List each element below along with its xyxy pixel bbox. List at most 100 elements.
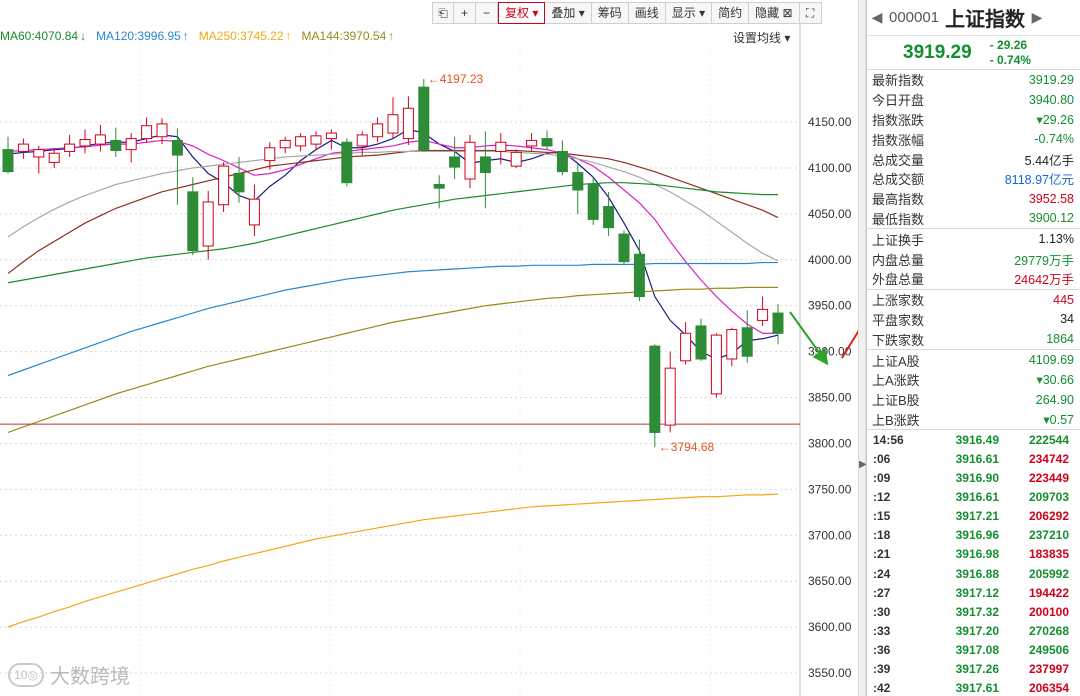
y-tick-label: 3650.00 (808, 574, 852, 588)
candle-body (202, 201, 214, 247)
stat-label: 总成交量 (872, 152, 925, 168)
candle-body (279, 139, 291, 149)
stat-row: 总成交额 8118.97亿元 (867, 169, 1080, 189)
tick-price: 3917.08 (955, 642, 999, 657)
toolbar-button-6[interactable]: 画线 (628, 2, 666, 24)
y-tick-label: 3950.00 (808, 299, 852, 313)
panel-divider[interactable] (858, 0, 866, 696)
toolbar-button-9[interactable]: 隐藏 ⊠ (749, 2, 800, 24)
stat-row: 内盘总量 29779万手 (867, 249, 1080, 269)
tick-volume: 206292 (1028, 509, 1069, 524)
tick-row: :12 3916.61 209703 (867, 488, 1080, 507)
tick-time: :27 (873, 585, 891, 600)
tick-volume: 223449 (1028, 471, 1069, 486)
stat-label: 上A涨跌 (872, 373, 920, 389)
candle-body (79, 139, 91, 147)
fullscreen-icon[interactable]: ⛶ (799, 2, 822, 24)
tick-price: 3917.32 (955, 604, 999, 619)
candle-body (541, 138, 553, 147)
y-tick-label: 4150.00 (808, 115, 852, 129)
ma-line-ma120 (7, 261, 778, 377)
candle-body (649, 345, 661, 433)
ma-legend-item: MA120:3996.95 ↑ (96, 29, 189, 43)
tick-price: 3916.61 (955, 451, 999, 466)
stat-row: 上涨家数 445 (867, 290, 1080, 310)
tick-volume: 237210 (1028, 528, 1069, 543)
tick-time: :18 (873, 528, 891, 543)
ab-share-stats: 上证A股 4109.69 上A涨跌 ▾30.66 上证B股 264.90 上B涨跌 ▾0.57 (867, 350, 1080, 431)
candle-body (495, 141, 507, 152)
candle-body (325, 132, 337, 140)
breadth-stats: 上涨家数 445 平盘家数 34 下跌家数 1864 (867, 290, 1080, 351)
prev-symbol-icon[interactable]: ◀ (871, 9, 883, 26)
stat-value: 34 (1060, 312, 1074, 327)
collapse-arrow-icon[interactable]: ▶ (859, 455, 867, 475)
stat-label: 上证换手 (872, 232, 925, 248)
candle-body (171, 139, 183, 156)
toolbar-button-4[interactable]: 叠加 ▾ (545, 2, 592, 24)
ma-legend-item: MA144:3970.54 ↑ (302, 29, 395, 43)
stat-row: 外盘总量 24642万手 (867, 269, 1080, 289)
candle-body (402, 107, 414, 140)
candle-body (310, 135, 322, 145)
tick-time: :30 (873, 604, 891, 619)
candle-body (449, 156, 461, 168)
toolbar-button-8[interactable]: 简约 (712, 2, 750, 24)
candle-body (33, 149, 45, 158)
candle-body (48, 152, 60, 163)
candle-body (2, 149, 14, 173)
tick-price: 3916.90 (955, 471, 999, 486)
tick-row: :27 3917.12 194422 (867, 583, 1080, 602)
stat-row: 最高指数 3952.58 (867, 189, 1080, 209)
zoom-out-icon[interactable]: − (476, 2, 498, 24)
tick-list[interactable]: 14:56 3916.49 222544:06 3916.61 234742:09 391… (867, 430, 1080, 696)
candle-body (510, 151, 522, 167)
stat-row: 上A涨跌 ▾30.66 (867, 370, 1080, 390)
tick-volume: 249506 (1028, 642, 1069, 657)
tick-price: 3916.49 (955, 432, 999, 447)
candle-body (464, 141, 476, 180)
candle-body (479, 156, 491, 174)
ma-line-ma20 (7, 149, 779, 275)
tick-volume: 206354 (1028, 681, 1069, 696)
tick-row: :39 3917.26 237997 (867, 659, 1080, 678)
toolbar-button-5[interactable]: 筹码 (591, 2, 629, 24)
tick-time: :33 (873, 623, 891, 638)
stat-label: 上证B股 (872, 393, 920, 409)
stat-row: 今日开盘 3940.80 (867, 90, 1080, 110)
ma-legend-label: MA60:4070.84 (0, 29, 79, 43)
stat-value: ▾29.26 (1036, 112, 1074, 127)
copy-icon[interactable]: ⎗ (432, 2, 454, 24)
tick-price: 3917.12 (955, 585, 999, 600)
tick-row: :36 3917.08 249506 (867, 640, 1080, 659)
candlestick-chart[interactable]: 4150.004100.004050.004000.003950.003900.… (0, 0, 858, 696)
chart-pane[interactable]: 4150.00 4100.00 4050.00 4000.00 3950.00 3900.… (0, 0, 860, 696)
ma-legend-item: MA250:3745.22 ↑ (199, 29, 292, 43)
watermark-text: 大数跨境 (50, 666, 130, 688)
stat-label: 最低指数 (872, 211, 925, 227)
toolbar-button-3[interactable]: 复权 ▾ (498, 2, 546, 24)
next-symbol-icon[interactable]: ▶ (1031, 9, 1043, 26)
candle-body (341, 141, 353, 184)
candle-body (372, 123, 384, 138)
ma-settings-button[interactable]: 设置均线 ▾ (733, 29, 790, 46)
toolbar-button-7[interactable]: 显示 ▾ (665, 2, 713, 24)
stat-row: 上B涨跌 ▾0.57 (867, 410, 1080, 430)
ma-legend-label: MA144:3970.54 (301, 29, 387, 43)
change-percent: - 0.74% (989, 52, 1032, 67)
stat-row: 指数涨跌 ▾29.26 (867, 110, 1080, 130)
zoom-in-icon[interactable]: + (454, 2, 476, 24)
tick-row: :24 3916.88 205992 (867, 564, 1080, 583)
stat-value: 445 (1053, 292, 1074, 307)
ma-trend-arrow-icon: ↑ (285, 29, 292, 43)
volume-stats: 上证换手 1.13% 内盘总量 29779万手 外盘总量 24642万手 (867, 229, 1080, 290)
candle-body (741, 327, 753, 357)
tick-time: :15 (873, 509, 891, 524)
candle-body (387, 114, 399, 134)
y-tick-label: 3750.00 (808, 482, 852, 496)
stat-label: 上B涨跌 (872, 412, 920, 428)
index-stats: 最新指数 3919.29 今日开盘 3940.80 指数涨跌 ▾29.26 指数涨幅 -0.7… (867, 70, 1080, 230)
stat-row: 最低指数 3900.12 (867, 209, 1080, 229)
stat-label: 指数涨跌 (872, 112, 925, 128)
stat-label: 最新指数 (872, 73, 925, 89)
